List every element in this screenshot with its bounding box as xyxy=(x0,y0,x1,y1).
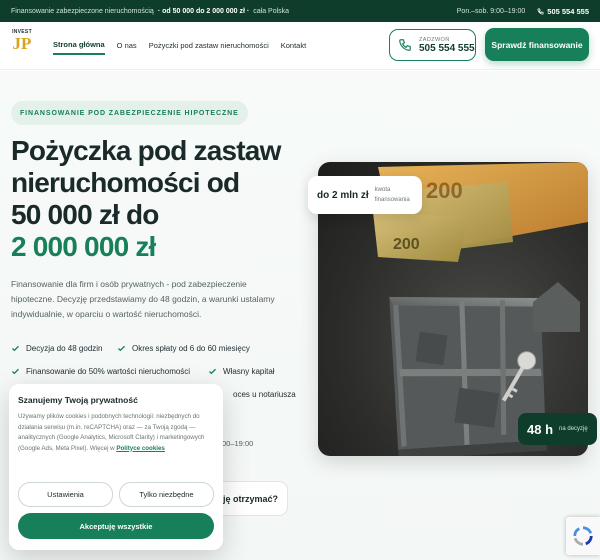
logo[interactable]: INVEST JP xyxy=(11,29,33,63)
recaptcha-icon xyxy=(573,526,593,546)
feature-text: oces u notariusza xyxy=(233,390,296,399)
amount-badge-label-2: finansowania xyxy=(374,197,410,203)
topbar-amount: · od 50 000 do 2 000 000 zł · xyxy=(157,7,250,15)
feature-item: Finansowanie do 50% wartości nieruchomoś… xyxy=(11,367,190,376)
topbar-text: Finansowanie zabezpieczone nieruchomości… xyxy=(11,7,154,15)
hours-text: 00–19:00 xyxy=(222,439,254,448)
cookie-accept-all-button[interactable]: Akceptuję wszystkie xyxy=(18,513,214,539)
hero-heading-line2: nieruchomości od xyxy=(11,167,240,198)
amount-badge-label-1: kwota xyxy=(374,187,391,193)
feature-text: Finansowanie do 50% wartości nieruchomoś… xyxy=(26,367,191,376)
check-icon xyxy=(118,345,125,352)
cookie-consent-dialog: Szanujemy Twoją prywatność Używamy plikó… xyxy=(9,384,223,550)
feature-item: Okres spłaty od 6 do 60 miesięcy xyxy=(117,344,250,353)
feature-text: Decyzja do 48 godzin xyxy=(26,344,103,353)
main-nav: Strona główna O nas Pożyczki pod zastaw … xyxy=(53,36,306,55)
how-to-get-button[interactable]: ję otrzymać? xyxy=(212,481,288,516)
hero-lead: Finansowanie dla firm i osób prywatnych … xyxy=(11,279,275,319)
banknote-value-bottom: 200 xyxy=(393,236,420,253)
feature-item: Decyzja do 48 godzin xyxy=(11,344,103,353)
check-icon xyxy=(12,345,19,352)
banknote-value-top: 200 xyxy=(426,178,463,203)
top-info-bar: Finansowanie zabezpieczone nieruchomości… xyxy=(0,0,600,22)
phone-icon xyxy=(537,8,544,14)
topbar-phone: 505 554 555 xyxy=(547,6,589,16)
topbar-phone-link[interactable]: 505 554 555 xyxy=(537,7,589,16)
decision-time-badge: 48 h na decyzję xyxy=(518,413,597,445)
feature-item: oces u notariusza xyxy=(233,390,296,399)
phone-icon xyxy=(399,39,411,51)
nav-item-home[interactable]: Strona główna xyxy=(53,36,105,55)
hero-heading-amount: 2 000 000 zł xyxy=(11,231,156,262)
cookie-necessary-only-button[interactable]: Tylko niezbędne xyxy=(119,482,214,507)
nav-item-about[interactable]: O nas xyxy=(117,37,137,54)
call-phone: 505 554 555 xyxy=(419,42,475,54)
check-icon xyxy=(209,368,216,375)
decision-time-label: na decyzję xyxy=(559,426,588,432)
amount-badge-value: do 2 mln zł xyxy=(317,189,369,201)
cookie-title: Szanujemy Twoją prywatność xyxy=(18,395,138,405)
hero-heading-line1: Pożyczka pod zastaw xyxy=(11,135,281,166)
nav-item-contact[interactable]: Kontakt xyxy=(281,37,306,54)
call-button[interactable]: ZADZWOŃ 505 554 555 xyxy=(389,29,476,61)
hero-eyebrow-pill: FINANSOWANIE POD ZABEZPIECZENIE HIPOTECZ… xyxy=(11,101,248,125)
hero-heading: Pożyczka pod zastaw nieruchomości od 50 … xyxy=(11,135,301,263)
cookie-body-text: Używamy plików cookies i podobnych techn… xyxy=(18,413,205,452)
cookie-body: Używamy plików cookies i podobnych techn… xyxy=(18,412,214,454)
site-header: INVEST JP Strona główna O nas Pożyczki p… xyxy=(0,22,600,70)
nav-item-loans[interactable]: Pożyczki pod zastaw nieruchomości xyxy=(149,37,269,54)
hero-heading-line3: 50 000 zł do xyxy=(11,199,159,230)
recaptcha-badge[interactable] xyxy=(566,517,600,555)
feature-item: Własny kapitał xyxy=(208,367,275,376)
decision-time-value: 48 h xyxy=(527,421,554,437)
cookie-button-row: Ustawienia Tylko niezbędne xyxy=(18,482,214,507)
feature-text: Własny kapitał xyxy=(223,367,275,376)
topbar-region: cała Polska xyxy=(253,7,290,15)
logo-mark: JP xyxy=(12,33,32,53)
topbar-hours: Pon.–sob. 9:00–19:00 xyxy=(456,7,526,15)
amount-badge: do 2 mln zł kwota finansowania xyxy=(308,176,422,214)
feature-text: Okres spłaty od 6 do 60 miesięcy xyxy=(132,344,250,353)
cookie-settings-button[interactable]: Ustawienia xyxy=(18,482,113,507)
check-financing-button[interactable]: Sprawdź finansowanie xyxy=(485,28,589,61)
cookie-policy-link[interactable]: Polityce cookies xyxy=(116,445,165,452)
check-icon xyxy=(12,368,19,375)
